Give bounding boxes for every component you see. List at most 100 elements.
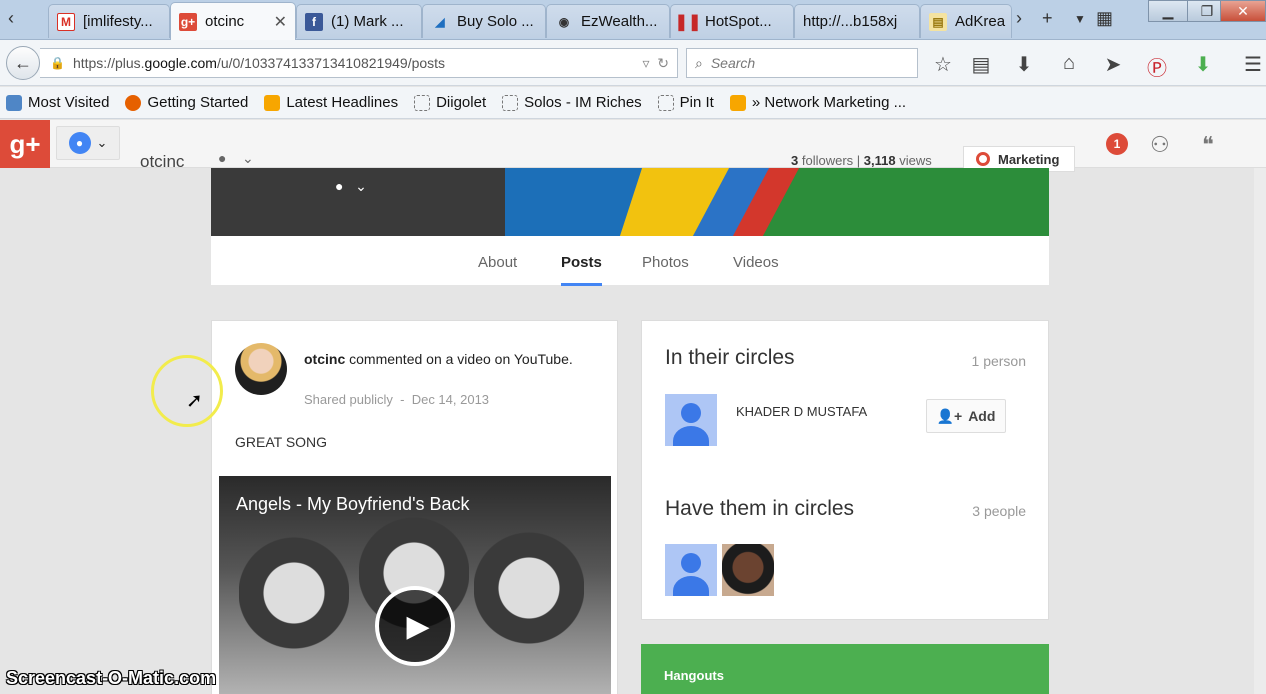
post-author[interactable]: otcinc	[304, 351, 345, 367]
search-placeholder: Search	[710, 55, 756, 71]
tab-gmail[interactable]: M [imlifesty...	[48, 4, 170, 38]
page-icon	[657, 94, 674, 111]
url-domain: google.com	[144, 55, 217, 71]
menu-icon[interactable]: ☰	[1240, 52, 1266, 77]
tab-list-icon[interactable]: ▼	[1074, 12, 1086, 26]
have-them-in-circles-title: Have them in circles	[665, 497, 855, 520]
bookmark-latest-headlines[interactable]: Latest Headlines	[264, 94, 398, 111]
hangouts-icon[interactable]: ❝	[1202, 132, 1214, 158]
window-close-icon[interactable]: ✕	[1220, 0, 1266, 22]
add-to-circles-button[interactable]: 👤+ Add	[926, 399, 1006, 433]
in-their-circles-title: In their circles	[665, 346, 795, 369]
tab-hotspot[interactable]: ❚❚ HotSpot...	[670, 4, 794, 38]
tab-google-plus[interactable]: g+ otcinc ✕	[170, 2, 296, 40]
bookmark-pin-it[interactable]: Pin It	[657, 94, 714, 111]
tab-label: [imlifesty...	[83, 13, 153, 30]
search-icon: ⌕	[695, 54, 703, 71]
tab-buy-solo[interactable]: ◢ Buy Solo ...	[422, 4, 546, 38]
tab-ezwealth[interactable]: ◉ EzWealth...	[546, 4, 670, 38]
views-count: 3,118	[863, 153, 896, 168]
share-people-icon[interactable]: ⚇	[1150, 132, 1170, 158]
address-bar[interactable]: 🔒 https://plus. google.com/u/0/1033741337…	[40, 48, 678, 78]
bookmark-network-marketing[interactable]: » Network Marketing ...	[729, 94, 906, 111]
video-player[interactable]: Angels - My Boyfriend's Back ▶	[219, 476, 611, 694]
location-pin-icon: ● ⌄	[218, 150, 254, 166]
url-prefix: https://plus.	[72, 55, 145, 71]
notification-badge[interactable]: 1	[1106, 133, 1128, 155]
page-icon	[502, 94, 519, 111]
meta-separator: -	[400, 392, 405, 407]
post-text: GREAT SONG	[235, 434, 328, 450]
post-date[interactable]: Dec 14, 2013	[412, 392, 489, 407]
avatar[interactable]	[665, 394, 717, 446]
tab-adkrea[interactable]: ▤ AdKrea	[920, 4, 1012, 38]
tab-videos[interactable]: Videos	[733, 254, 779, 271]
bookmark-diigolet[interactable]: Diigolet	[414, 94, 486, 111]
gmail-icon: M	[57, 12, 75, 31]
home-dropdown-button[interactable]: ● ⌄	[56, 126, 120, 160]
hotspot-icon: ❚❚	[674, 13, 702, 31]
cover-photo: ● ⌄	[211, 168, 1049, 236]
post-header: otcinc commented on a video on YouTube.	[304, 349, 574, 370]
tab-about[interactable]: About	[478, 254, 517, 271]
video-title[interactable]: Angels - My Boyfriend's Back	[236, 494, 470, 515]
tab-photos[interactable]: Photos	[642, 254, 689, 271]
tab-facebook[interactable]: f (1) Mark ...	[296, 4, 422, 38]
profile-icon: ●	[68, 132, 91, 154]
green-download-icon[interactable]: ⬇	[1190, 52, 1216, 77]
download-icon[interactable]: ⬇	[1011, 52, 1037, 77]
avatar[interactable]	[665, 544, 717, 596]
mouse-cursor-icon: ➚	[186, 390, 203, 412]
location-icon[interactable]: ● ⌄	[335, 178, 367, 195]
person-name[interactable]: KHADER D MUSTAFA	[736, 404, 867, 419]
send-icon[interactable]: ➤	[1100, 52, 1126, 77]
navigation-toolbar: ← 🔒 https://plus. google.com/u/0/10337413…	[0, 40, 1266, 86]
circle-icon	[976, 152, 990, 166]
pinterest-icon[interactable]: Ⓟ	[1144, 52, 1170, 81]
rss-icon	[729, 94, 746, 111]
reload-icon[interactable]: ▿ ↻	[642, 55, 669, 72]
tab-groups-icon[interactable]: ▦	[1096, 8, 1113, 29]
ezwealth-icon: ◉	[558, 14, 570, 29]
new-tab-icon[interactable]: +	[1042, 8, 1053, 29]
have-them-in-circles-count[interactable]: 3 people	[972, 503, 1026, 519]
home-icon[interactable]: ⌂	[1056, 52, 1082, 75]
avatar[interactable]	[722, 544, 774, 596]
search-input[interactable]: ⌕ Search	[686, 48, 918, 78]
post-visibility[interactable]: Shared publicly	[304, 392, 393, 407]
rss-icon	[264, 94, 281, 111]
page-icon	[414, 94, 431, 111]
add-person-icon: 👤+	[936, 407, 963, 424]
solo-icon: ◢	[435, 14, 445, 29]
tab-posts[interactable]: Posts	[561, 254, 602, 286]
follower-stats: 3 followers | 3,118 views	[791, 153, 932, 168]
post-meta: Shared publicly - Dec 14, 2013	[304, 392, 489, 407]
hangouts-card[interactable]: Hangouts	[641, 644, 1049, 694]
tab-label: Buy Solo ...	[457, 13, 534, 30]
tab-http[interactable]: http://...b158xj	[794, 4, 920, 38]
close-tab-icon[interactable]: ✕	[268, 12, 287, 32]
tab-label: http://...b158xj	[803, 13, 898, 30]
in-their-circles-count[interactable]: 1 person	[972, 353, 1026, 369]
play-icon[interactable]: ▶	[375, 586, 455, 666]
bookmark-solos[interactable]: Solos - IM Riches	[502, 94, 642, 111]
tab-scroll-right-icon[interactable]: ›	[1016, 8, 1022, 29]
reading-list-icon[interactable]: ▤	[968, 52, 994, 77]
avatar[interactable]	[235, 343, 287, 395]
cover-stripe	[762, 168, 1049, 236]
tab-scroll-left-icon[interactable]: ‹	[8, 8, 14, 29]
scrollbar[interactable]	[1254, 168, 1266, 694]
followers-label: followers	[801, 153, 854, 168]
back-button[interactable]: ←	[6, 46, 40, 80]
google-plus-icon: g+	[179, 12, 197, 31]
minimize-icon[interactable]: ▁	[1148, 0, 1188, 22]
circle-button-label: Marketing	[998, 151, 1060, 167]
google-plus-logo[interactable]: g+	[0, 120, 50, 168]
bookmark-label: Latest Headlines	[286, 94, 399, 111]
hangouts-title: Hangouts	[664, 668, 724, 683]
chevron-down-icon: ⌄	[96, 135, 108, 150]
views-label: views	[899, 153, 932, 168]
bookmark-getting-started[interactable]: Getting Started	[125, 94, 248, 111]
bookmark-most-visited[interactable]: Most Visited	[6, 94, 109, 111]
bookmark-star-icon[interactable]: ☆	[930, 52, 956, 77]
